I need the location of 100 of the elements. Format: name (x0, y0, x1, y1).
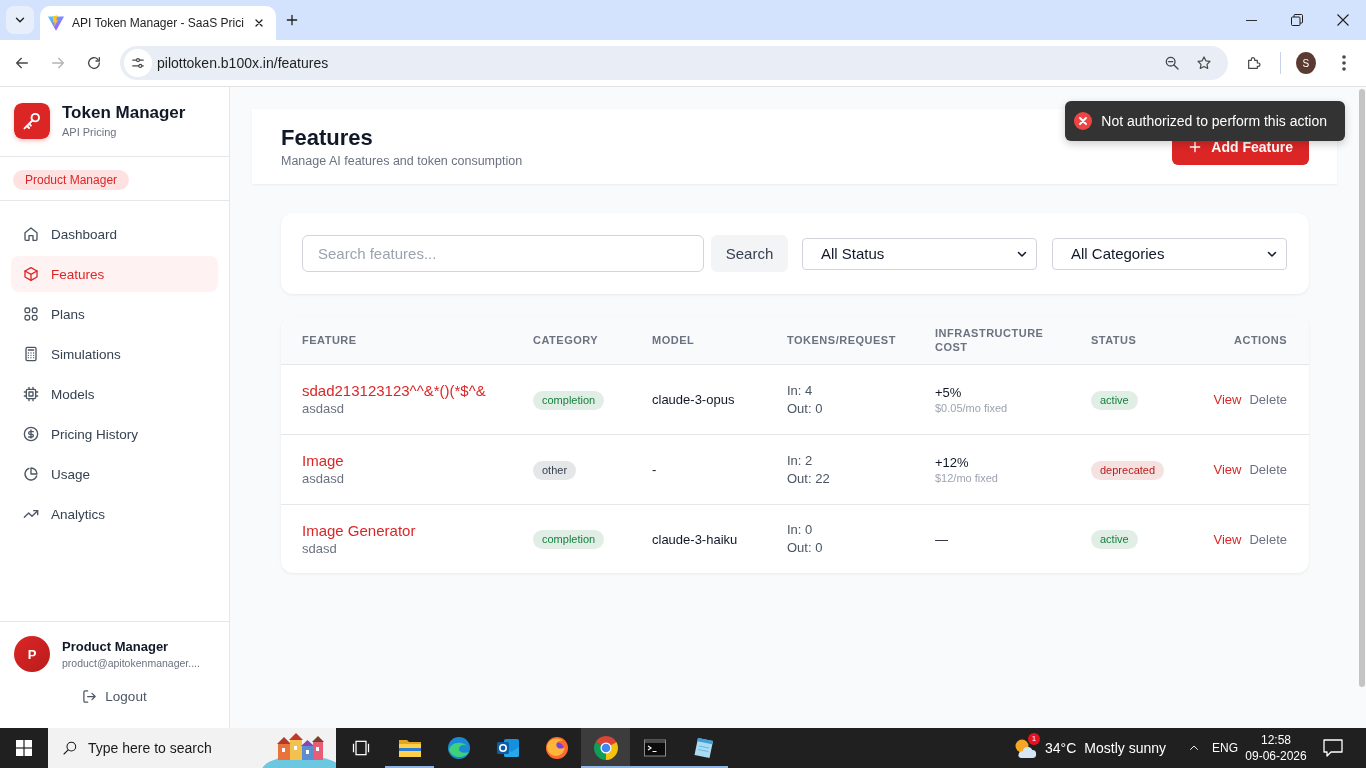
feature-name[interactable]: Image Generator (302, 520, 533, 540)
column-header: STATUS (1091, 333, 1138, 347)
menu-icon (1342, 55, 1346, 71)
task-view-icon (350, 738, 371, 758)
feature-name[interactable]: Image (302, 451, 533, 470)
user-email: product@apitokenmanager.... (62, 656, 200, 670)
notification-icon (1323, 739, 1343, 757)
status-tag: deprecated (1091, 460, 1165, 480)
alert-count: 1 (1028, 733, 1040, 745)
cost-note: $0.05/mo fixed (935, 401, 1009, 415)
status-tag: active (1091, 390, 1138, 410)
logout-icon (82, 689, 98, 704)
search-button[interactable]: Search (711, 235, 788, 272)
user-avatar: P (14, 636, 50, 672)
column-header: INFRASTRUCTURE COST (935, 326, 1045, 354)
tune-icon (131, 56, 145, 70)
feature-description: asdasd (302, 470, 345, 488)
tokens-in: In: 4 (787, 381, 814, 400)
chip-icon (23, 386, 39, 402)
star-icon (1196, 55, 1212, 71)
cost-note: $12/mo fixed (935, 471, 999, 485)
close-icon (1337, 14, 1349, 26)
category-tag: completion (533, 530, 605, 549)
cost-value: +5% (935, 384, 963, 401)
arrow-left-icon (14, 55, 30, 71)
view-link[interactable]: View (1213, 392, 1242, 407)
column-header: TOKENS/REQUEST (787, 333, 897, 347)
status-tag: active (1091, 530, 1138, 549)
model-name: - (652, 462, 658, 477)
language-indicator[interactable]: ENG (1208, 728, 1242, 768)
nav-item[interactable]: Features (11, 256, 218, 292)
address-bar[interactable]: pilottoken.b100x.in/features (120, 46, 1228, 80)
logout-button[interactable]: Logout (76, 685, 153, 708)
home-icon (23, 226, 39, 242)
puzzle-icon (1246, 55, 1262, 71)
reload-icon (86, 55, 102, 71)
nav-item[interactable]: Dashboard (11, 216, 218, 252)
pie-chart-icon (23, 466, 39, 482)
column-header: ACTIONS (1233, 333, 1287, 347)
calculator-icon (23, 346, 39, 362)
role-tag: Product Manager (13, 170, 130, 190)
nav-item[interactable]: Usage (11, 456, 218, 492)
model-name: claude-3-haiku (652, 531, 739, 547)
tokens-in: In: 0 (787, 521, 814, 539)
category-select[interactable]: All Categories (1052, 237, 1287, 270)
status-select[interactable]: All Status (802, 237, 1037, 270)
model-name: claude-3-opus (652, 392, 736, 407)
flame-circle-icon (544, 736, 569, 760)
dollar-circle-icon (23, 426, 39, 442)
profile-avatar[interactable]: S (1295, 52, 1316, 74)
page-subtitle: Manage AI features and token consumption (281, 152, 523, 170)
nav-item[interactable]: Analytics (11, 496, 218, 532)
cube-icon (23, 266, 39, 282)
view-link[interactable]: View (1213, 531, 1242, 547)
plus-icon (1188, 139, 1203, 154)
arrow-right-icon (50, 55, 66, 71)
grid-icon (23, 306, 39, 322)
cost-value: — (935, 530, 949, 548)
site-info-button[interactable] (124, 49, 152, 77)
delete-link[interactable]: Delete (1249, 462, 1287, 477)
bolt-triangle-icon (48, 15, 64, 31)
column-header: FEATURE (302, 333, 358, 347)
tokens-out: Out: 0 (787, 399, 824, 418)
clock-time[interactable]: 12:58 (1261, 732, 1291, 748)
view-link[interactable]: View (1213, 462, 1242, 477)
taskbar-search-box[interactable]: Type here to search (48, 728, 336, 768)
nav-item[interactable]: Pricing History (11, 416, 218, 452)
toast-message: Not authorized to perform this action (1101, 113, 1327, 129)
key-icon (14, 102, 50, 139)
plus-icon (285, 13, 299, 27)
tokens-out: Out: 0 (787, 539, 824, 557)
delete-link[interactable]: Delete (1249, 531, 1287, 547)
nav-item[interactable]: Plans (11, 296, 218, 332)
column-header: CATEGORY (533, 333, 600, 347)
zoom-out-icon (1164, 55, 1180, 71)
windows-logo-icon (16, 740, 32, 756)
wave-circle-icon (446, 736, 471, 760)
search-field[interactable]: Search features... (302, 235, 704, 272)
browser-tab[interactable]: API Token Manager - SaaS Prici (40, 6, 276, 40)
clock-date[interactable]: 09-06-2026 (1245, 748, 1307, 764)
category-tag: completion (533, 390, 605, 410)
scrollbar-thumb[interactable] (1359, 89, 1365, 687)
delete-link[interactable]: Delete (1249, 392, 1287, 407)
restore-icon (1291, 14, 1303, 26)
sun-cloud-icon (1013, 737, 1037, 759)
feature-description: asdasd (302, 400, 345, 418)
taskbar-app[interactable] (581, 728, 630, 768)
nav-item[interactable]: Models (11, 376, 218, 412)
minimize-icon (1245, 19, 1257, 21)
feature-name[interactable]: sdad213123123^^&*()(*$^& (302, 381, 533, 400)
feature-description: sdasd (302, 539, 338, 558)
column-header: MODEL (652, 333, 696, 347)
page-title: Features (281, 123, 374, 152)
terminal-icon (642, 736, 667, 760)
category-tag: other (533, 460, 577, 480)
ring-icon (593, 736, 618, 760)
x-circle-icon (1074, 112, 1093, 130)
nav-item[interactable]: Simulations (11, 336, 218, 372)
weather-widget[interactable]: 1 34°C Mostly sunny (1008, 728, 1172, 768)
app-subtitle: API Pricing (62, 125, 118, 139)
